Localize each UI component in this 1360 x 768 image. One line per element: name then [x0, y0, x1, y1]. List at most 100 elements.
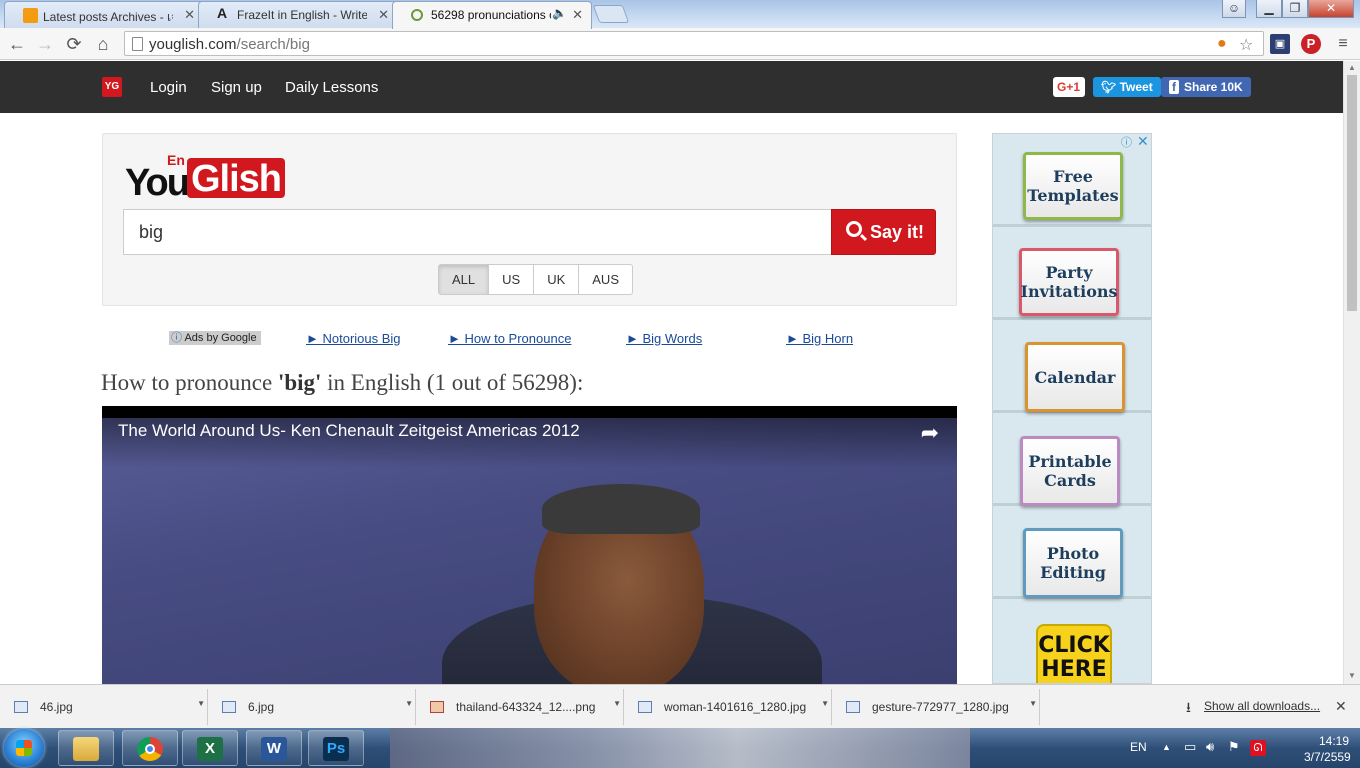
close-downloads-icon[interactable]: ✕: [1335, 698, 1347, 715]
scroll-down-icon[interactable]: ▼: [1348, 671, 1356, 680]
download-item[interactable]: 46.jpg ▼: [0, 689, 208, 725]
action-center-flag-icon[interactable]: ⚑: [1228, 739, 1240, 755]
signup-link[interactable]: Sign up: [211, 79, 262, 96]
chevron-down-icon[interactable]: ▼: [1029, 699, 1037, 708]
tweet-button[interactable]: 🐦︎ Tweet: [1093, 77, 1161, 97]
tab-close-icon[interactable]: ✕: [572, 7, 583, 23]
youglish-icon: [411, 9, 423, 21]
tab-latest-posts[interactable]: Latest posts Archives - เจ๊ะ ✕: [4, 1, 204, 28]
image-file-icon: [846, 701, 860, 713]
profile-icon[interactable]: ☺: [1222, 0, 1246, 18]
tab-youglish[interactable]: 56298 pronunciations o 🔈 ✕: [392, 1, 592, 29]
search-input[interactable]: [123, 209, 832, 255]
close-window-button[interactable]: ✕: [1308, 0, 1354, 18]
chevron-down-icon[interactable]: ▼: [821, 699, 829, 708]
tab-title: FrazeIt in English - Write C: [237, 8, 367, 22]
pinterest-icon[interactable]: P: [1301, 34, 1321, 54]
login-link[interactable]: Login: [150, 79, 187, 96]
chevron-down-icon[interactable]: ▼: [613, 699, 621, 708]
ads-by-google-badge[interactable]: ⓘ Ads by Google: [169, 331, 261, 345]
reload-icon[interactable]: ⟳: [62, 32, 86, 56]
home-icon[interactable]: ⌂: [91, 32, 115, 56]
taskbar-word[interactable]: W: [246, 730, 302, 766]
start-button[interactable]: [4, 729, 44, 767]
scroll-thumb[interactable]: [1347, 75, 1357, 311]
url-text[interactable]: youglish.com/search/big: [149, 36, 310, 53]
chevron-down-icon[interactable]: ▼: [197, 699, 205, 708]
extension-icon[interactable]: ▣: [1270, 34, 1290, 54]
facebook-share-label: Share 10K: [1184, 80, 1243, 94]
language-indicator[interactable]: EN: [1130, 740, 1147, 754]
browser-toolbar: ← → ⟳ ⌂ youglish.com/search/big ● ☆ ▣ P …: [0, 28, 1360, 60]
bookmark-star-icon[interactable]: ☆: [1239, 35, 1253, 55]
speaker-icon[interactable]: 🔈: [552, 6, 567, 20]
download-filename: thailand-643324_12....png: [456, 700, 596, 714]
accent-aus-button[interactable]: AUS: [578, 264, 633, 295]
back-arrow-icon[interactable]: ←: [5, 32, 29, 56]
clock-time[interactable]: 14:19: [1310, 734, 1358, 748]
page-icon: [132, 37, 143, 51]
image-file-icon: [222, 701, 236, 713]
share-arrow-icon[interactable]: ➦: [921, 420, 939, 446]
adchoices-icon[interactable]: ⓘ: [1121, 134, 1135, 149]
address-bar[interactable]: youglish.com/search/big ● ☆: [124, 31, 1264, 56]
video-top-bar: [102, 406, 957, 418]
search-icon: [846, 221, 862, 237]
info-icon: ⓘ: [171, 332, 182, 344]
video-title[interactable]: The World Around Us- Ken Chenault Zeitge…: [118, 421, 580, 441]
minimize-button[interactable]: ▁: [1256, 0, 1282, 18]
tab-close-icon[interactable]: ✕: [184, 7, 195, 23]
accent-all-button[interactable]: ALL: [438, 264, 490, 295]
facebook-share-button[interactable]: f Share 10K: [1161, 77, 1251, 97]
new-tab-button[interactable]: [592, 5, 630, 23]
taskbar-excel[interactable]: X: [182, 730, 238, 766]
ad-link-big-words[interactable]: ► Big Words: [626, 331, 702, 346]
ad-close-icon[interactable]: ✕: [1137, 134, 1149, 150]
extension-blocked-icon[interactable]: ●: [1217, 35, 1227, 53]
taskbar-explorer[interactable]: [58, 730, 114, 766]
forward-arrow-icon[interactable]: →: [33, 32, 57, 56]
youglish-mini-logo[interactable]: YG: [102, 77, 122, 97]
say-it-label: Say it!: [870, 222, 925, 242]
tab-title: Latest posts Archives - เจ๊ะ: [43, 10, 173, 24]
ad-card-printable-cards[interactable]: Printable Cards: [1020, 436, 1120, 506]
taskbar-photoshop[interactable]: Ps: [308, 730, 364, 766]
ad-card-photo-editing[interactable]: Photo Editing: [1023, 528, 1123, 598]
frazeit-icon: A: [217, 5, 228, 21]
tab-close-icon[interactable]: ✕: [378, 7, 389, 23]
ad-card-free-templates[interactable]: Free Templates: [1023, 152, 1123, 220]
side-advertisement[interactable]: ⓘ ✕ Free Templates Party Invitations Cal…: [992, 133, 1152, 684]
download-item[interactable]: woman-1401616_1280.jpg ▼: [624, 689, 832, 725]
accent-us-button[interactable]: US: [488, 264, 535, 295]
acrobat-icon[interactable]: ᘏ: [1250, 740, 1266, 756]
download-item[interactable]: thailand-643324_12....png ▼: [416, 689, 624, 725]
maximize-button[interactable]: ❐: [1282, 0, 1308, 18]
ad-link-big-horn[interactable]: ► Big Horn: [786, 331, 853, 346]
tweet-label: Tweet: [1119, 80, 1153, 94]
folder-icon: [73, 737, 99, 761]
say-it-button[interactable]: Say it!: [831, 209, 936, 255]
page-scrollbar[interactable]: ▲ ▼: [1343, 61, 1360, 684]
show-hidden-icons-icon[interactable]: ▲: [1162, 742, 1171, 752]
chevron-down-icon[interactable]: ▼: [405, 699, 413, 708]
volume-icon[interactable]: 🔊︎: [1206, 739, 1214, 755]
download-item[interactable]: 6.jpg ▼: [208, 689, 416, 725]
menu-icon[interactable]: ≡: [1333, 34, 1353, 54]
accent-uk-button[interactable]: UK: [533, 264, 580, 295]
daily-lessons-link[interactable]: Daily Lessons: [285, 79, 378, 96]
video-player[interactable]: The World Around Us- Ken Chenault Zeitge…: [102, 406, 957, 684]
ad-card-party-invitations[interactable]: Party Invitations: [1019, 248, 1119, 316]
clock-date[interactable]: 3/7/2559: [1304, 750, 1351, 764]
download-item[interactable]: gesture-772977_1280.jpg ▼: [832, 689, 1040, 725]
click-here-button[interactable]: CLICK HERE: [1036, 624, 1112, 683]
ad-link-notorious-big[interactable]: ► Notorious Big: [306, 331, 401, 346]
ad-card-calendar[interactable]: Calendar: [1025, 342, 1125, 412]
show-all-downloads-link[interactable]: Show all downloads...: [1186, 697, 1320, 721]
ad-link-how-to-pronounce[interactable]: ► How to Pronounce: [448, 331, 571, 346]
google-plus-button[interactable]: G+1: [1053, 77, 1085, 97]
scroll-up-icon[interactable]: ▲: [1348, 63, 1356, 72]
logo-en: En: [167, 152, 185, 168]
network-icon[interactable]: ▭: [1184, 739, 1196, 755]
taskbar-chrome[interactable]: [122, 730, 178, 766]
tab-frazeit[interactable]: A FrazeIt in English - Write C ✕: [198, 1, 398, 28]
